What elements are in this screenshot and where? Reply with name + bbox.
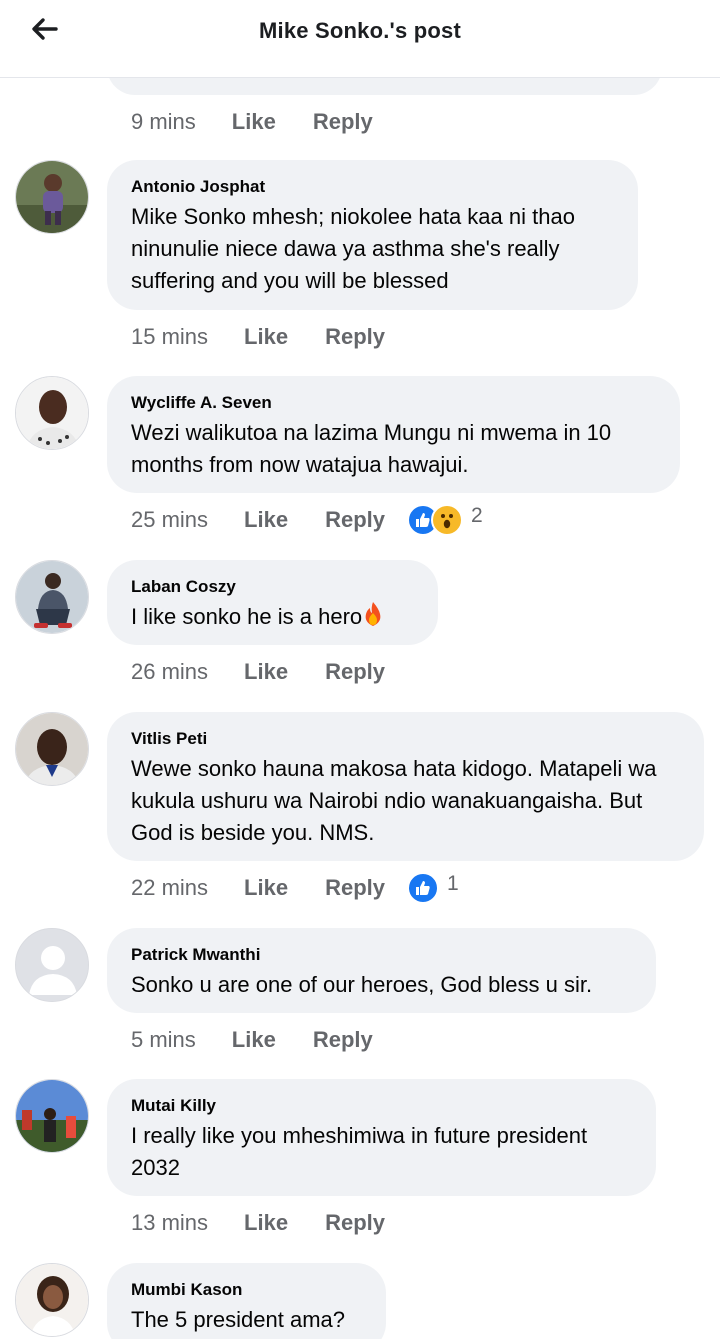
like-button[interactable]: Like: [244, 659, 288, 685]
reply-button[interactable]: Reply: [325, 1210, 385, 1236]
reply-button[interactable]: Reply: [313, 109, 373, 135]
comment-time: 22 mins: [131, 875, 209, 900]
wow-reaction-icon: [431, 504, 463, 536]
avatar[interactable]: [15, 712, 89, 786]
reaction-summary[interactable]: 1: [407, 872, 459, 904]
like-button[interactable]: Like: [232, 1027, 276, 1053]
reply-button[interactable]: Reply: [313, 1027, 373, 1053]
default-avatar-icon: [16, 929, 88, 1001]
comment-bubble: Mumbi Kason The 5 president ama?: [107, 1263, 386, 1339]
comment-actions: 15 mins Like Reply: [131, 322, 385, 352]
comment-actions: 26 mins Like Reply: [131, 657, 385, 687]
like-button[interactable]: Like: [244, 507, 288, 533]
reply-button[interactable]: Reply: [325, 875, 385, 901]
avatar[interactable]: [15, 160, 89, 234]
comment-author[interactable]: Vitlis Peti: [131, 729, 680, 749]
comment-bubble: Wycliffe A. Seven Wezi walikutoa na lazi…: [107, 376, 680, 493]
reply-button[interactable]: Reply: [325, 324, 385, 350]
reply-button[interactable]: Reply: [325, 659, 385, 685]
comment-time: 5 mins: [131, 1027, 196, 1052]
comment-text-content: I like sonko he is a hero: [131, 604, 363, 629]
avatar[interactable]: [15, 560, 89, 634]
comment-bubble: Antonio Josphat Mike Sonko mhesh; niokol…: [107, 160, 638, 310]
comment-time: 26 mins: [131, 659, 209, 684]
comment-text: Wewe sonko hauna makosa hata kidogo. Mat…: [131, 756, 657, 845]
avatar[interactable]: [15, 1079, 89, 1153]
like-button[interactable]: Like: [244, 1210, 288, 1236]
comment-actions: 9 mins Like Reply: [131, 107, 373, 137]
comment-author[interactable]: Mutai Killy: [131, 1096, 632, 1116]
comment-author[interactable]: Wycliffe A. Seven: [131, 393, 656, 413]
comment-author[interactable]: Mumbi Kason: [131, 1280, 362, 1300]
comment-text: I really like you mheshimiwa in future p…: [131, 1123, 588, 1180]
comment-text: Sonko u are one of our heroes, God bless…: [131, 972, 593, 997]
avatar[interactable]: [15, 1263, 89, 1337]
page-title: Mike Sonko.'s post: [259, 18, 461, 43]
comment-author[interactable]: Laban Coszy: [131, 577, 414, 597]
comment-time: 9 mins: [131, 109, 196, 134]
comment-time: 25 mins: [131, 507, 209, 532]
reaction-count: 1: [447, 872, 459, 895]
comment-text: The 5 president ama?: [131, 1307, 346, 1332]
comment-text: I like sonko he is a hero: [131, 601, 414, 636]
comment-author[interactable]: Patrick Mwanthi: [131, 945, 632, 965]
reaction-count: 2: [471, 504, 483, 527]
comment-time: 15 mins: [131, 324, 209, 349]
comment-bubble: Vitlis Peti Wewe sonko hauna makosa hata…: [107, 712, 704, 861]
like-button[interactable]: Like: [244, 875, 288, 901]
reaction-summary[interactable]: 2: [407, 504, 483, 536]
comment-bubble: Patrick Mwanthi Sonko u are one of our h…: [107, 928, 656, 1013]
comment-bubble: Mutai Killy I really like you mheshimiwa…: [107, 1079, 656, 1196]
comment-actions: 13 mins Like Reply: [131, 1208, 385, 1238]
reply-button[interactable]: Reply: [325, 507, 385, 533]
comment-actions: 25 mins Like Reply 2: [131, 504, 483, 536]
fire-emoji-icon: [362, 601, 384, 636]
like-button[interactable]: Like: [232, 109, 276, 135]
comment-actions: 5 mins Like Reply: [131, 1025, 373, 1055]
avatar[interactable]: [15, 928, 89, 1002]
comment-author[interactable]: Antonio Josphat: [131, 177, 614, 197]
comment-actions: 22 mins Like Reply 1: [131, 872, 459, 904]
comment-bubble: Laban Coszy I like sonko he is a hero: [107, 560, 438, 645]
like-reaction-icon: [407, 872, 439, 904]
comment-text: Mike Sonko mhesh; niokolee hata kaa ni t…: [131, 204, 575, 293]
comment-text: Wezi walikutoa na lazima Mungu ni mwema …: [131, 420, 612, 477]
like-button[interactable]: Like: [244, 324, 288, 350]
top-bar: Mike Sonko.'s post: [0, 0, 720, 78]
avatar[interactable]: [15, 376, 89, 450]
comment-time: 13 mins: [131, 1210, 209, 1235]
